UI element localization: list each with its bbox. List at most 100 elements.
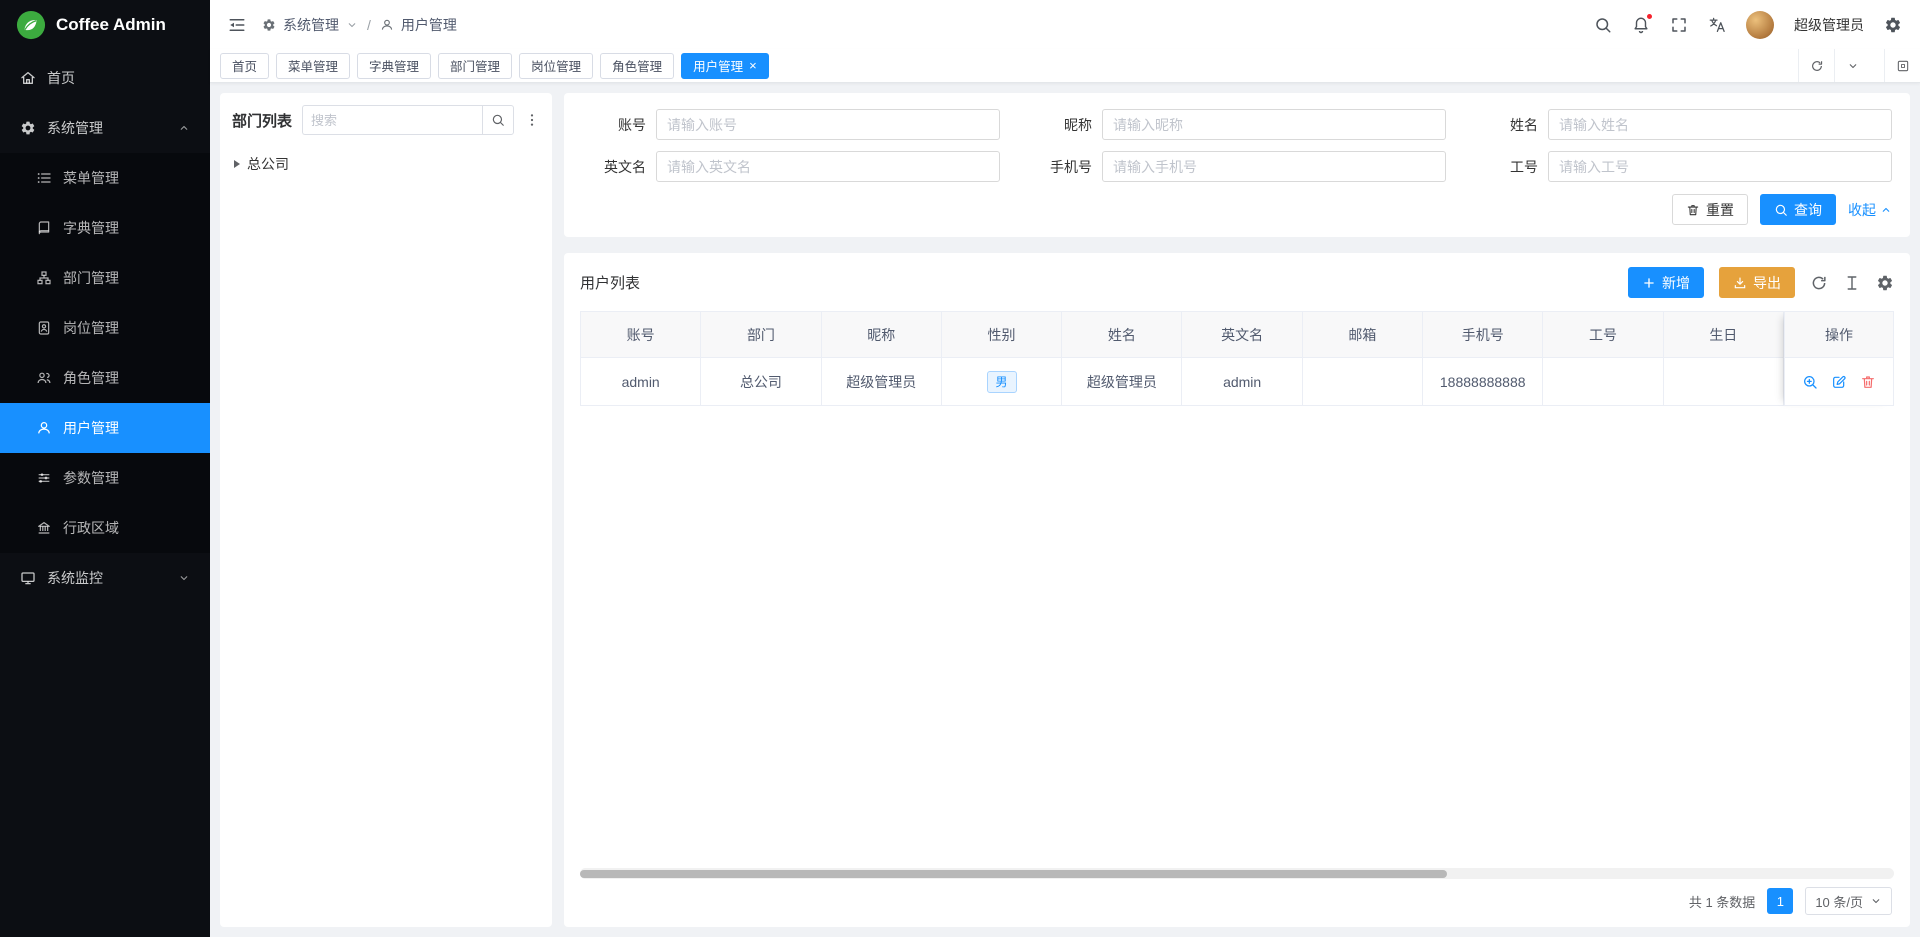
tree-node-label: 总公司 [247, 154, 289, 174]
settings-gear-icon[interactable] [1884, 16, 1902, 34]
sidebar-item-label: 用户管理 [63, 418, 119, 438]
right-column: 账号 昵称 姓名 英文名 [564, 93, 1910, 927]
current-user-name[interactable]: 超级管理员 [1794, 15, 1864, 35]
chevron-up-icon [1880, 204, 1892, 216]
sidebar-item-menu-management[interactable]: 菜单管理 [0, 153, 210, 203]
horizontal-scrollbar[interactable] [580, 868, 1894, 879]
reset-button[interactable]: 重置 [1672, 194, 1748, 225]
department-search-button[interactable] [482, 105, 514, 135]
tab-user-management[interactable]: 用户管理 × [681, 53, 769, 79]
search-filter-panel: 账号 昵称 姓名 英文名 [564, 93, 1910, 237]
field-nickname: 昵称 [1028, 109, 1446, 140]
breadcrumb-level1[interactable]: 系统管理 [283, 15, 339, 35]
tab-label: 角色管理 [612, 56, 662, 75]
department-search-group [302, 105, 514, 135]
cell-english-name: admin [1182, 358, 1302, 406]
tabs-refresh-icon[interactable] [1798, 49, 1834, 82]
menu-list-icon [36, 170, 52, 186]
department-more-icon[interactable] [524, 112, 540, 128]
search-icon[interactable] [1594, 16, 1612, 34]
sidebar-item-home[interactable]: 首页 [0, 53, 210, 103]
table-refresh-icon[interactable] [1810, 274, 1828, 292]
cell-birthday [1664, 358, 1784, 406]
user-list-toolbar: 新增 导出 [1628, 267, 1894, 298]
collapse-filter-link[interactable]: 收起 [1848, 200, 1892, 220]
export-button[interactable]: 导出 [1719, 267, 1795, 298]
table-settings-gear-icon[interactable] [1876, 274, 1894, 292]
tab-department-management[interactable]: 部门管理 [438, 53, 512, 79]
sidebar-item-label: 系统管理 [47, 118, 103, 138]
view-detail-icon[interactable] [1802, 374, 1818, 390]
tabs-expand-icon[interactable] [1884, 49, 1920, 82]
page-size-select[interactable]: 10 条/页 [1805, 887, 1892, 915]
cell-email [1303, 358, 1423, 406]
role-people-icon [36, 370, 52, 386]
sidebar-item-system-monitor[interactable]: 系统监控 [0, 553, 210, 603]
pagination-total: 共 1 条数据 [1689, 892, 1755, 911]
tab-dictionary-management[interactable]: 字典管理 [357, 53, 431, 79]
notification-bell-icon[interactable] [1632, 16, 1650, 34]
edit-icon[interactable] [1831, 374, 1847, 390]
column-header-name: 姓名 [1062, 312, 1182, 358]
horizontal-scrollbar-thumb[interactable] [580, 870, 1447, 878]
tab-role-management[interactable]: 角色管理 [600, 53, 674, 79]
delete-icon[interactable] [1860, 374, 1876, 390]
translate-icon[interactable] [1708, 16, 1726, 34]
sidebar-item-system-management[interactable]: 系统管理 [0, 103, 210, 153]
department-search-input[interactable] [302, 105, 482, 135]
page-size-value: 10 条/页 [1815, 892, 1863, 911]
tabs-controls [1798, 49, 1920, 82]
tab-menu-management[interactable]: 菜单管理 [276, 53, 350, 79]
nickname-input[interactable] [1102, 109, 1446, 140]
parameter-sliders-icon [36, 470, 52, 486]
trash-icon [1686, 203, 1700, 217]
table-row[interactable]: admin 总公司 超级管理员 男 超级管理员 admin 1888888888… [581, 358, 1784, 406]
table-header-row: 账号 部门 昵称 性别 姓名 英文名 邮箱 手机号 工号 生日 [581, 312, 1784, 358]
sidebar-item-parameter-management[interactable]: 参数管理 [0, 453, 210, 503]
field-work-no: 工号 [1474, 151, 1892, 182]
department-tree: 总公司 [232, 149, 540, 179]
user-list-header: 用户列表 新增 导出 [580, 267, 1894, 298]
phone-input[interactable] [1102, 151, 1446, 182]
account-input[interactable] [656, 109, 1000, 140]
field-label: 姓名 [1474, 115, 1538, 135]
cell-account: admin [581, 358, 701, 406]
user-list-title: 用户列表 [580, 272, 640, 293]
sidebar-item-user-management[interactable]: 用户管理 [0, 403, 210, 453]
sidebar: Coffee Admin 首页 系统管理 菜单管理 字典管理 [0, 0, 210, 937]
tabs-chevron-down-icon[interactable] [1834, 49, 1870, 82]
tree-node-head-office[interactable]: 总公司 [232, 149, 540, 179]
field-phone: 手机号 [1028, 151, 1446, 182]
sidebar-item-label: 岗位管理 [63, 318, 119, 338]
tab-close-icon[interactable]: × [749, 59, 757, 72]
avatar[interactable] [1746, 11, 1774, 39]
table-columns-icon[interactable] [1843, 274, 1861, 292]
work-no-input[interactable] [1548, 151, 1892, 182]
tab-post-management[interactable]: 岗位管理 [519, 53, 593, 79]
row-actions [1784, 358, 1894, 406]
sidebar-item-label: 系统监控 [47, 568, 103, 588]
page-number-button[interactable]: 1 [1767, 888, 1793, 914]
cell-work-no [1543, 358, 1663, 406]
chevron-up-icon [178, 122, 190, 134]
sidebar-item-dictionary-management[interactable]: 字典管理 [0, 203, 210, 253]
field-name: 姓名 [1474, 109, 1892, 140]
column-header-email: 邮箱 [1303, 312, 1423, 358]
name-input[interactable] [1548, 109, 1892, 140]
tab-home[interactable]: 首页 [220, 53, 269, 79]
sidebar-collapse-icon[interactable] [228, 16, 246, 34]
tree-expand-caret-icon[interactable] [234, 160, 240, 168]
sidebar-item-administrative-region[interactable]: 行政区域 [0, 503, 210, 553]
query-button[interactable]: 查询 [1760, 194, 1836, 225]
coffee-logo-icon [16, 10, 46, 40]
tab-label: 部门管理 [450, 56, 500, 75]
english-name-input[interactable] [656, 151, 1000, 182]
fullscreen-icon[interactable] [1670, 16, 1688, 34]
add-user-button[interactable]: 新增 [1628, 267, 1704, 298]
sidebar-item-label: 角色管理 [63, 368, 119, 388]
field-english-name: 英文名 [582, 151, 1000, 182]
sidebar-item-role-management[interactable]: 角色管理 [0, 353, 210, 403]
sidebar-item-department-management[interactable]: 部门管理 [0, 253, 210, 303]
dictionary-icon [36, 220, 52, 236]
sidebar-item-post-management[interactable]: 岗位管理 [0, 303, 210, 353]
